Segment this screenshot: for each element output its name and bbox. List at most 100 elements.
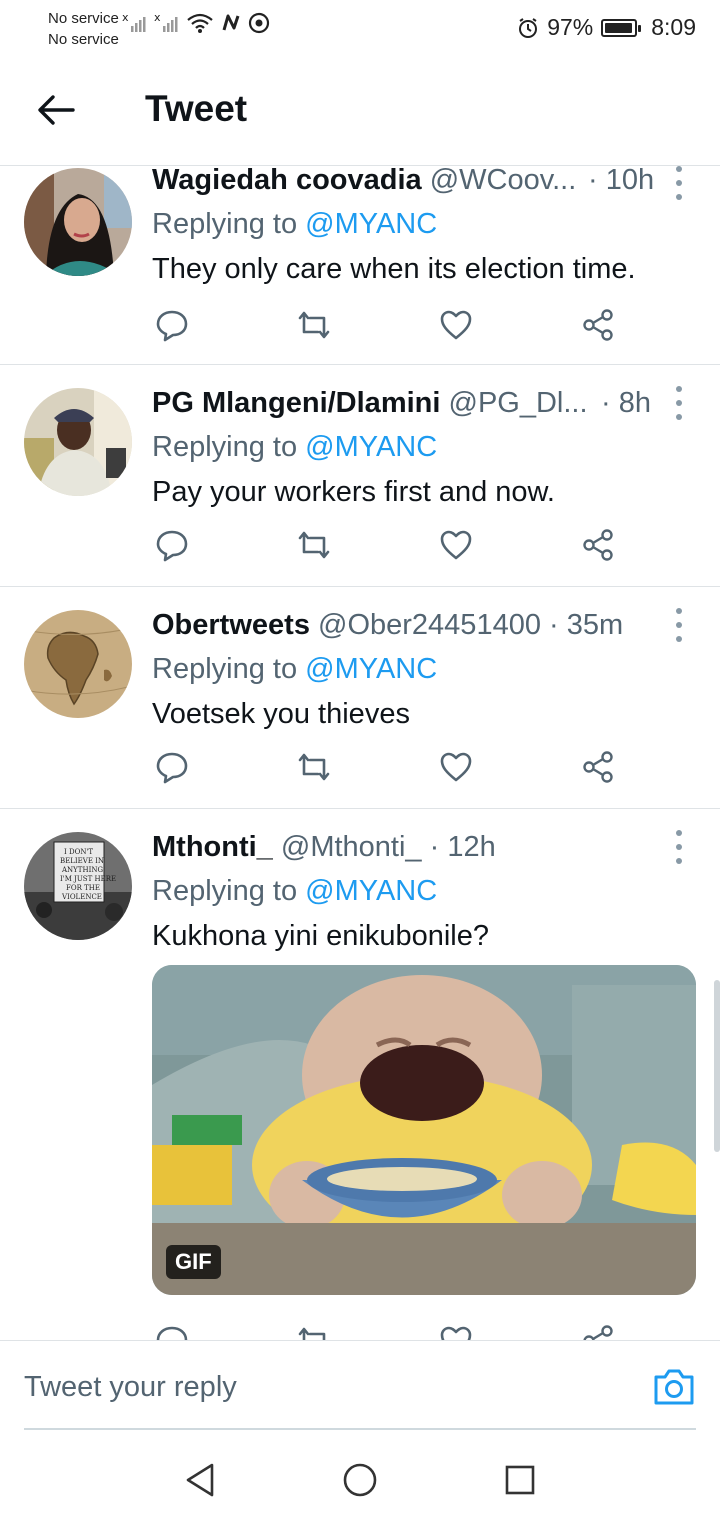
status-bar: No service No service x x 97% 8:09 [0, 0, 720, 56]
svg-text:VIOLENCE: VIOLENCE [61, 893, 102, 901]
avatar[interactable]: I DON'T BELIEVE IN ANYTHING I'M JUST HER… [24, 832, 132, 940]
avatar[interactable] [24, 168, 132, 276]
carrier-info: No service No service [48, 8, 119, 50]
retweet-button[interactable] [294, 747, 334, 787]
share-icon [583, 309, 613, 341]
tweet-actions [152, 747, 622, 787]
tweet-item[interactable]: Obertweets @Ober24451400 · 35m Replying … [0, 587, 720, 809]
svg-text:I'M JUST HERE: I'M JUST HERE [60, 875, 116, 883]
more-options-button[interactable] [674, 386, 684, 420]
share-icon [583, 751, 613, 783]
share-button[interactable] [578, 305, 618, 345]
replying-prefix: Replying to [152, 431, 298, 463]
avatar[interactable] [24, 388, 132, 496]
reply-icon [156, 1326, 188, 1340]
tweet-text: Kukhona yini enikubonile? [152, 920, 489, 952]
author-name[interactable]: Mthonti_ [152, 831, 273, 863]
tweet-meta: Obertweets @Ober24451400 · 35m [152, 605, 696, 645]
back-arrow-icon [38, 95, 75, 125]
app-header: Tweet [0, 56, 720, 166]
tweet-meta: Wagiedah coovadia @WCoov... · 10h [152, 166, 696, 200]
svg-text:FOR THE: FOR THE [66, 884, 100, 892]
mention-link[interactable]: @MYANC [305, 208, 437, 240]
share-button[interactable] [578, 747, 618, 787]
chrome-icon [248, 12, 270, 34]
reply-button[interactable] [152, 305, 192, 345]
like-icon [440, 752, 472, 782]
reply-icon [156, 530, 188, 562]
reply-icon [156, 752, 188, 784]
like-button[interactable] [436, 747, 476, 787]
battery-icon [601, 18, 642, 37]
mention-link[interactable]: @MYANC [305, 653, 437, 685]
back-button[interactable] [30, 84, 82, 136]
author-handle[interactable]: @Mthonti_ [281, 831, 422, 863]
tweet-time: · 8h [601, 387, 651, 419]
more-options-button[interactable] [674, 830, 684, 864]
retweet-icon [298, 311, 330, 339]
camera-button[interactable] [652, 1367, 696, 1411]
carrier-line-2: No service [48, 31, 119, 48]
nfc-icon [222, 14, 240, 31]
author-handle[interactable]: @PG_Dl... [449, 387, 588, 419]
share-button[interactable] [578, 525, 618, 565]
tweet-item[interactable]: PG Mlangeni/Dlamini @PG_Dl... · 8h Reply… [0, 365, 720, 587]
signal-icon-2: x [154, 12, 178, 32]
tweet-item[interactable]: I DON'T BELIEVE IN ANYTHING I'M JUST HER… [0, 809, 720, 1340]
wifi-icon [187, 13, 213, 33]
svg-text:ANYTHING: ANYTHING [61, 866, 103, 874]
like-button[interactable] [436, 305, 476, 345]
replying-to: Replying to @MYANC [152, 204, 696, 244]
reply-button[interactable] [152, 1321, 192, 1340]
status-icons: x x [122, 12, 270, 34]
camera-icon [654, 1369, 694, 1405]
more-options-button[interactable] [674, 166, 684, 200]
tweet-actions [152, 305, 622, 345]
reply-icon [156, 310, 188, 342]
tweet-actions [152, 1321, 622, 1340]
like-button[interactable] [436, 525, 476, 565]
nav-back-button[interactable] [180, 1460, 220, 1500]
gif-image [152, 965, 696, 1295]
retweet-icon [298, 1327, 326, 1340]
share-button[interactable] [578, 1321, 618, 1340]
reply-feed[interactable]: Wagiedah coovadia @WCoov... · 10h Replyi… [0, 166, 720, 1340]
svg-text:x: x [122, 12, 129, 24]
gif-media[interactable]: GIF [152, 965, 696, 1295]
reply-composer: Tweet your reply [0, 1340, 720, 1430]
author-handle[interactable]: @Ober24451400 [318, 609, 541, 641]
tweet-time: · 12h [429, 831, 496, 863]
author-name[interactable]: Wagiedah coovadia [152, 166, 422, 196]
reply-input[interactable]: Tweet your reply [24, 1371, 237, 1404]
retweet-icon [298, 753, 330, 781]
signal-icon: x [122, 12, 146, 32]
author-name[interactable]: Obertweets [152, 609, 310, 641]
status-right: 97% 8:09 [517, 14, 696, 41]
scrollbar[interactable] [714, 980, 720, 1152]
tweet-actions [152, 525, 622, 565]
nav-recents-button[interactable] [500, 1460, 540, 1500]
more-options-button[interactable] [674, 608, 684, 642]
tweet-text: Pay your workers first and now. [152, 476, 555, 508]
gif-badge: GIF [166, 1245, 221, 1279]
nav-home-button[interactable] [340, 1460, 380, 1500]
like-icon [440, 310, 472, 340]
mention-link[interactable]: @MYANC [305, 875, 437, 907]
retweet-button[interactable] [294, 1321, 334, 1340]
replying-prefix: Replying to [152, 653, 298, 685]
retweet-button[interactable] [294, 305, 334, 345]
system-nav-bar [0, 1430, 720, 1520]
author-name[interactable]: PG Mlangeni/Dlamini [152, 387, 440, 419]
avatar[interactable] [24, 610, 132, 718]
replying-to: Replying to @MYANC [152, 871, 696, 911]
retweet-button[interactable] [294, 525, 334, 565]
clock: 8:09 [651, 14, 696, 40]
like-button[interactable] [436, 1321, 476, 1340]
carrier-line-1: No service [48, 10, 119, 27]
reply-button[interactable] [152, 525, 192, 565]
author-handle[interactable]: @WCoov... [430, 166, 577, 196]
reply-button[interactable] [152, 747, 192, 787]
tweet-item[interactable]: Wagiedah coovadia @WCoov... · 10h Replyi… [0, 166, 720, 365]
mention-link[interactable]: @MYANC [305, 431, 437, 463]
share-icon [583, 529, 613, 561]
